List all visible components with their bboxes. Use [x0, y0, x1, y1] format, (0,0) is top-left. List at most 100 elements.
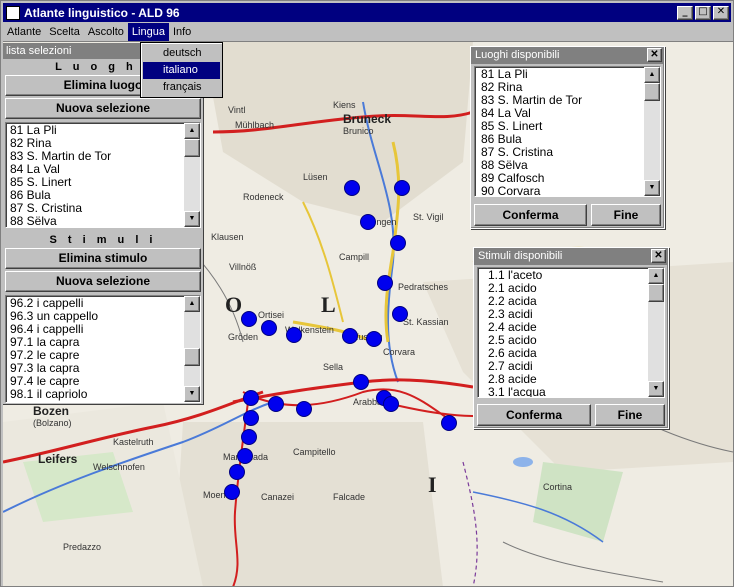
luoghi-window-title-text: Luoghi disponibili	[475, 49, 560, 61]
stimuli-window-title-text: Stimuli disponibili	[478, 250, 563, 262]
location-dot[interactable]	[366, 331, 382, 347]
luoghi-window-scrollbar[interactable]: ▲ ▼	[644, 67, 660, 196]
location-dot[interactable]	[441, 415, 457, 431]
menu-info[interactable]: Info	[169, 23, 195, 41]
map-label-villnoess: Villnöß	[229, 262, 257, 272]
title-bar[interactable]: Atlante linguistico - ALD 96 _ □ ✕	[3, 3, 731, 22]
luoghi-available-list[interactable]: 81 La Pli 82 Rina 83 S. Martin de Tor 84…	[474, 66, 661, 197]
location-dot[interactable]	[237, 448, 253, 464]
map-label-welschnofen: Welschnofen	[93, 462, 145, 472]
elimina-stimulo-button[interactable]: Elimina stimulo	[5, 248, 201, 269]
map-label-falcade: Falcade	[333, 492, 366, 502]
location-dot[interactable]	[286, 327, 302, 343]
app-icon	[6, 5, 20, 20]
location-dot[interactable]	[342, 328, 358, 344]
lingua-option-francais[interactable]: français	[143, 79, 220, 96]
stimuli-window-scrollbar[interactable]: ▲ ▼	[648, 268, 664, 397]
location-dot[interactable]	[296, 401, 312, 417]
stimuli-window-title[interactable]: Stimuli disponibili ✕	[474, 248, 668, 265]
minimize-button[interactable]: _	[677, 6, 693, 20]
scroll-thumb[interactable]	[184, 139, 200, 157]
luoghi-window-title[interactable]: Luoghi disponibili ✕	[471, 47, 664, 64]
map-label-st-vigil: St. Vigil	[413, 212, 444, 222]
scroll-down-icon[interactable]: ▼	[184, 211, 200, 227]
location-dot[interactable]	[344, 180, 360, 196]
map-label-groeden: Gröden	[228, 332, 259, 342]
location-dot[interactable]	[241, 429, 257, 445]
stimuli-scrollbar[interactable]: ▲ ▼	[184, 296, 200, 402]
map-label-kastelruth: Kastelruth	[113, 437, 154, 447]
stimuli-window: Stimuli disponibili ✕ 1.1 l'aceto 2.1 ac…	[473, 247, 669, 429]
map-label-campitello: Campitello	[293, 447, 336, 457]
luoghi-scrollbar[interactable]: ▲ ▼	[184, 123, 200, 227]
location-dot[interactable]	[268, 396, 284, 412]
stimuli-fine-button[interactable]: Fine	[595, 404, 665, 426]
map-label-canazei: Canazei	[261, 492, 295, 502]
list-item[interactable]: 90 Corvara	[477, 185, 660, 197]
luoghi-fine-button[interactable]: Fine	[591, 204, 661, 226]
scroll-thumb[interactable]	[648, 284, 664, 302]
map-label-bolzano: (Bolzano)	[33, 418, 72, 428]
scroll-down-icon[interactable]: ▼	[644, 180, 660, 196]
menu-scelta[interactable]: Scelta	[45, 23, 84, 41]
location-dot[interactable]	[243, 390, 259, 406]
location-dot[interactable]	[394, 180, 410, 196]
close-icon[interactable]: ✕	[651, 249, 666, 263]
location-dot[interactable]	[261, 320, 277, 336]
scroll-down-icon[interactable]: ▼	[648, 381, 664, 397]
location-dot[interactable]	[241, 311, 257, 327]
map-letter-i: I	[428, 472, 437, 497]
menu-ascolto[interactable]: Ascolto	[84, 23, 128, 41]
nuova-selezione-luoghi-button[interactable]: Nuova selezione	[5, 98, 201, 119]
close-button[interactable]: ✕	[713, 6, 729, 20]
lingua-option-italiano[interactable]: italiano	[143, 62, 220, 79]
list-item[interactable]: 3.1 l'acqua	[484, 386, 664, 398]
scroll-up-icon[interactable]: ▲	[184, 296, 200, 312]
map-label-cortina: Cortina	[543, 482, 573, 492]
maximize-button[interactable]: □	[695, 6, 711, 20]
list-item[interactable]: 88 Sëlva	[6, 215, 200, 228]
lingua-option-deutsch[interactable]: deutsch	[143, 45, 220, 62]
menu-atlante[interactable]: Atlante	[3, 23, 45, 41]
location-dot[interactable]	[383, 396, 399, 412]
scroll-down-icon[interactable]: ▼	[184, 386, 200, 402]
stimuli-header: S t i m u l i	[49, 234, 157, 246]
list-item[interactable]: 98.1 il capriolo	[6, 388, 200, 401]
map-label-vintl: Vintl	[228, 105, 246, 115]
stimuli-conferma-button[interactable]: Conferma	[477, 404, 591, 426]
location-dot[interactable]	[243, 410, 259, 426]
map-label-brunico: Brunico	[343, 126, 374, 136]
scroll-up-icon[interactable]: ▲	[644, 67, 660, 83]
luoghi-selected-list[interactable]: 81 La Pli 82 Rina 83 S. Martin de Tor 84…	[5, 122, 201, 228]
nuova-selezione-stimuli-button[interactable]: Nuova selezione	[5, 271, 201, 292]
map-letter-l: L	[321, 292, 336, 317]
window-title: Atlante linguistico - ALD 96	[24, 5, 180, 20]
luoghi-conferma-button[interactable]: Conferma	[474, 204, 587, 226]
map-label-st-kassian: St. Kassian	[403, 317, 449, 327]
stimuli-available-list[interactable]: 1.1 l'aceto 2.1 acido 2.2 acida 2.3 acid…	[477, 267, 665, 398]
scroll-up-icon[interactable]: ▲	[184, 123, 200, 139]
stimuli-selected-list[interactable]: 96.2 i cappelli 96.3 un cappello 96.4 i …	[5, 295, 201, 403]
map-label-pedratsches: Pedratsches	[398, 282, 449, 292]
location-dot[interactable]	[353, 374, 369, 390]
menu-lingua[interactable]: Lingua	[127, 23, 169, 41]
location-dot[interactable]	[392, 306, 408, 322]
location-dot[interactable]	[390, 235, 406, 251]
map-label-leifers: Leifers	[38, 452, 78, 466]
scroll-thumb[interactable]	[184, 348, 200, 366]
map-label-kiens: Kiens	[333, 100, 356, 110]
menu-bar: Atlante Scelta Ascolto Lingua Info	[3, 23, 731, 41]
scroll-thumb[interactable]	[644, 83, 660, 101]
map-letter-o: O	[225, 292, 243, 317]
close-icon[interactable]: ✕	[647, 48, 662, 62]
location-dot[interactable]	[229, 464, 245, 480]
location-dot[interactable]	[360, 214, 376, 230]
location-dot[interactable]	[224, 484, 240, 500]
map-label-campill: Campill	[339, 252, 370, 262]
map-label-corvara: Corvara	[383, 347, 416, 357]
luoghi-window: Luoghi disponibili ✕ 81 La Pli 82 Rina 8…	[470, 46, 665, 229]
scroll-up-icon[interactable]: ▲	[648, 268, 664, 284]
map-label-sella: Sella	[323, 362, 344, 372]
map-label-klausen: Klausen	[211, 232, 244, 242]
location-dot[interactable]	[377, 275, 393, 291]
